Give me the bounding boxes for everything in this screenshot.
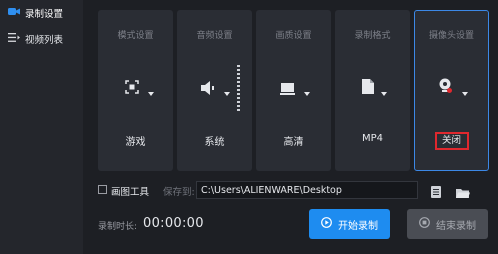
card-value: 系统 <box>204 137 225 148</box>
card-value: 关闭 <box>434 132 469 150</box>
sidebar-item-label: 视频列表 <box>25 35 64 46</box>
folder-icon[interactable] <box>456 184 470 203</box>
list-icon <box>8 33 20 45</box>
duration-value: 00:00:00 <box>143 216 204 231</box>
sidebar: 录制设置 视频列表 <box>0 0 83 254</box>
sidebar-item-video-list[interactable]: 视频列表 <box>0 26 83 50</box>
audio-level-meter <box>237 65 240 111</box>
duration-label: 录制时长: <box>98 222 138 232</box>
card-value: MP4 <box>361 133 384 144</box>
start-recording-button[interactable]: 开始录制 <box>309 209 390 239</box>
card-value: 游戏 <box>125 137 146 148</box>
chevron-down-icon <box>304 92 310 96</box>
mode-settings-card[interactable]: 模式设置 游戏 <box>98 10 173 171</box>
webcam-icon <box>439 78 453 94</box>
stop-recording-button[interactable]: 结束录制 <box>407 209 488 239</box>
camera-icon <box>8 7 20 19</box>
draw-tool-label: 画图工具 <box>111 187 150 198</box>
chevron-down-icon <box>148 92 154 96</box>
save-to-label: 保存到: <box>163 187 195 198</box>
file-icon <box>361 79 374 94</box>
monitor-icon <box>279 81 296 95</box>
card-title: 摄像头设置 <box>428 31 474 41</box>
sidebar-item-record-settings[interactable]: 录制设置 <box>0 0 83 24</box>
chevron-down-icon <box>224 92 230 96</box>
card-title: 录制格式 <box>354 31 391 41</box>
game-mode-icon <box>124 79 139 94</box>
chevron-down-icon <box>381 92 387 96</box>
draw-tool-checkbox[interactable] <box>98 185 107 194</box>
stop-recording-label: 结束录制 <box>436 220 476 232</box>
document-icon[interactable] <box>431 183 441 202</box>
webcam-settings-card[interactable]: 摄像头设置 关闭 <box>414 10 489 171</box>
card-title: 画质设置 <box>275 31 312 41</box>
sidebar-item-label: 录制设置 <box>25 9 64 20</box>
card-value: 高清 <box>283 137 304 148</box>
audio-settings-card[interactable]: 音频设置 系统 <box>177 10 252 171</box>
card-title: 模式设置 <box>117 31 154 41</box>
save-path-field[interactable] <box>196 181 418 199</box>
quality-settings-card[interactable]: 画质设置 高清 <box>256 10 331 171</box>
card-title: 音频设置 <box>196 31 233 41</box>
start-recording-label: 开始录制 <box>338 220 378 232</box>
speaker-icon <box>200 80 217 95</box>
chevron-down-icon <box>462 92 468 96</box>
format-settings-card[interactable]: 录制格式 MP4 <box>335 10 410 171</box>
play-icon <box>321 217 332 231</box>
stop-icon <box>419 217 430 231</box>
